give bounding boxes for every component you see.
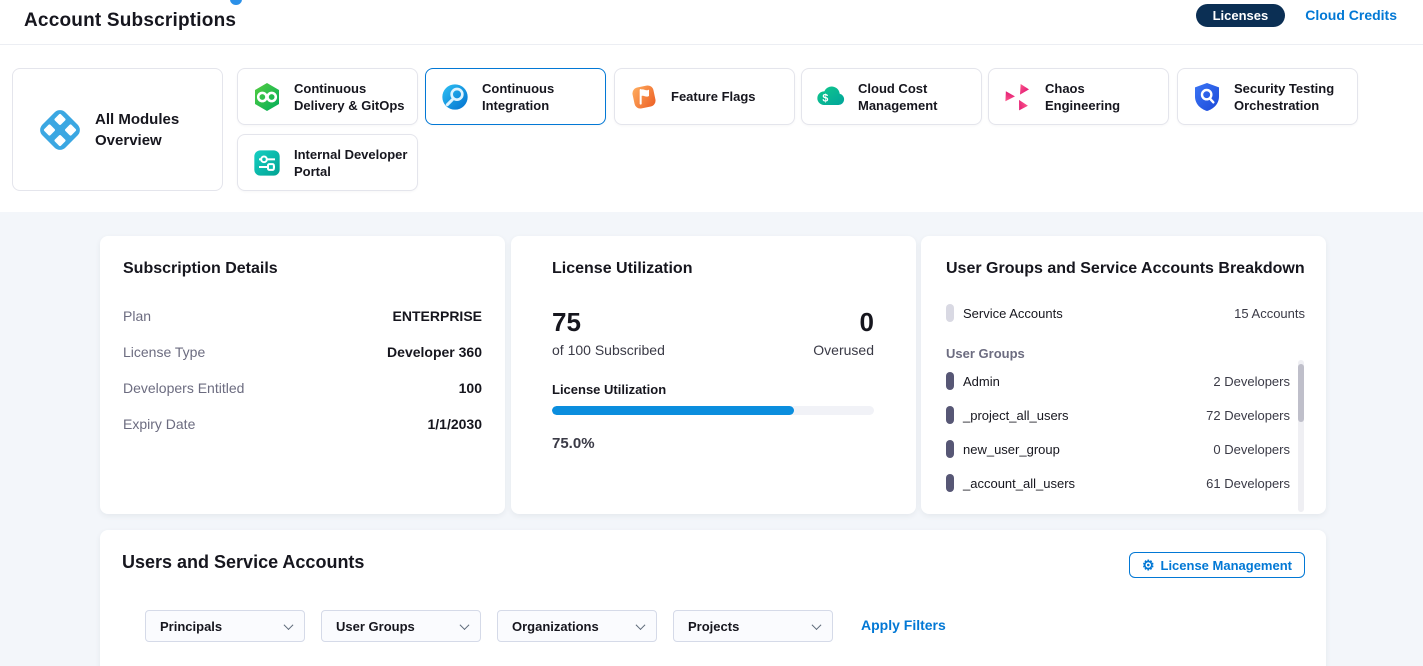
apply-filters-link[interactable]: Apply Filters (861, 617, 946, 633)
group-row-admin: Admin (946, 371, 1000, 391)
group-count: 72 Developers (1206, 408, 1290, 423)
chevron-down-icon (636, 620, 646, 630)
breakdown-title: User Groups and Service Accounts Breakdo… (946, 260, 1305, 278)
chevron-down-icon (460, 620, 470, 630)
tab-cloud-credits[interactable]: Cloud Credits (1305, 7, 1397, 23)
filter-principals[interactable]: Principals (145, 610, 305, 642)
chaos-icon (1002, 81, 1034, 113)
ci-icon (439, 81, 471, 113)
module-card-internal-developer-portal[interactable]: Internal Developer Portal (237, 134, 418, 191)
group-pip (946, 474, 954, 492)
svg-text:$: $ (822, 92, 828, 104)
license-utilization-title: License Utilization (552, 260, 692, 278)
module-card-continuous-integration[interactable]: Continuous Integration (425, 68, 606, 125)
overused-caption: Overused (813, 342, 874, 358)
utilization-percent: 75.0% (552, 435, 595, 452)
service-accounts-pip (946, 304, 954, 322)
page-header: Account Subscriptions Licenses Cloud Cre… (0, 0, 1423, 45)
used-count: 75 (552, 308, 665, 336)
filters-row: Principals User Groups Organizations Pro… (145, 610, 833, 642)
detail-row-plan: Plan ENTERPRISE (123, 298, 482, 334)
gear-icon: ⚙ (1142, 558, 1155, 572)
module-card-security-testing[interactable]: Security Testing Orchestration (1177, 68, 1358, 125)
module-card-feature-flags[interactable]: Feature Flags (614, 68, 795, 125)
utilization-progress-fill (552, 406, 794, 415)
groups-scrollbar-thumb[interactable] (1298, 364, 1304, 422)
tab-licenses[interactable]: Licenses (1196, 4, 1286, 27)
breakdown-card: User Groups and Service Accounts Breakdo… (921, 236, 1326, 514)
cd-gitops-icon (251, 81, 283, 113)
module-card-continuous-delivery[interactable]: Continuous Delivery & GitOps (237, 68, 418, 125)
overused-licenses: 0 Overused (813, 308, 874, 358)
group-row-project-all-users: _project_all_users (946, 405, 1069, 425)
group-row-account-all-users: _account_all_users (946, 473, 1075, 493)
all-modules-icon (37, 107, 83, 153)
group-count: 0 Developers (1213, 442, 1290, 457)
idp-icon (251, 147, 283, 179)
account-subscriptions-page: Account Subscriptions Licenses Cloud Cre… (0, 0, 1423, 666)
users-section-title: Users and Service Accounts (122, 552, 364, 573)
group-row-new-user-group: new_user_group (946, 439, 1060, 459)
license-utilization-card: License Utilization 75 of 100 Subscribed… (511, 236, 916, 514)
license-utilization-numbers: 75 of 100 Subscribed 0 Overused (552, 308, 874, 358)
license-management-button[interactable]: ⚙ License Management (1129, 552, 1305, 578)
subscription-details-card: Subscription Details Plan ENTERPRISE Lic… (100, 236, 505, 514)
detail-row-developers-entitled: Developers Entitled 100 (123, 370, 482, 406)
all-modules-overview-label: All Modules Overview (95, 109, 185, 151)
user-groups-label: User Groups (946, 346, 1025, 361)
overused-count: 0 (813, 308, 874, 336)
group-pip (946, 406, 954, 424)
all-modules-overview-card[interactable]: All Modules Overview (12, 68, 223, 191)
detail-row-license-type: License Type Developer 360 (123, 334, 482, 370)
filter-user-groups[interactable]: User Groups (321, 610, 481, 642)
chevron-down-icon (812, 620, 822, 630)
group-count: 2 Developers (1213, 374, 1290, 389)
utilization-progress-track (552, 406, 874, 415)
module-card-cloud-cost[interactable]: $ Cloud Cost Management (801, 68, 982, 125)
used-caption: of 100 Subscribed (552, 342, 665, 358)
group-count: 61 Developers (1206, 476, 1290, 491)
chevron-down-icon (284, 620, 294, 630)
filter-organizations[interactable]: Organizations (497, 610, 657, 642)
subscription-details-rows: Plan ENTERPRISE License Type Developer 3… (123, 298, 482, 442)
page-title: Account Subscriptions (24, 10, 236, 32)
service-accounts-count: 15 Accounts (1234, 306, 1305, 321)
module-card-chaos-engineering[interactable]: Chaos Engineering (988, 68, 1169, 125)
service-accounts-row: Service Accounts (946, 303, 1063, 323)
cut-off-icon (230, 0, 242, 5)
module-selector: All Modules Overview Continuous Delivery… (0, 45, 1423, 212)
group-pip (946, 440, 954, 458)
used-licenses: 75 of 100 Subscribed (552, 308, 665, 358)
groups-scrollbar[interactable] (1298, 360, 1304, 512)
group-pip (946, 372, 954, 390)
cloud-cost-icon: $ (815, 81, 847, 113)
content-area: Subscription Details Plan ENTERPRISE Lic… (0, 212, 1423, 666)
subscription-details-title: Subscription Details (123, 260, 278, 278)
users-service-accounts-card: Users and Service Accounts ⚙ License Man… (100, 530, 1326, 666)
security-testing-icon (1191, 81, 1223, 113)
feature-flags-icon (628, 81, 660, 113)
utilization-bar-label: License Utilization (552, 382, 666, 397)
header-tabs: Licenses Cloud Credits (1196, 0, 1397, 30)
filter-projects[interactable]: Projects (673, 610, 833, 642)
detail-row-expiry-date: Expiry Date 1/1/2030 (123, 406, 482, 442)
